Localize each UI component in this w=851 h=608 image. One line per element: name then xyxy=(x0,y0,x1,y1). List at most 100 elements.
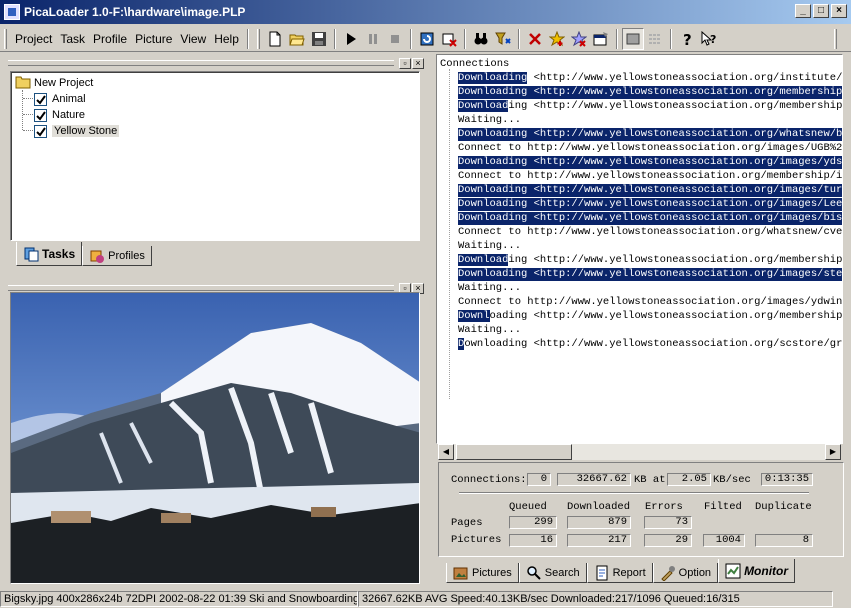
pause-icon xyxy=(368,33,377,44)
open-folder-icon xyxy=(289,34,305,45)
connection-line[interactable]: Waiting... xyxy=(458,324,521,337)
tree-root[interactable]: New Project xyxy=(15,75,93,91)
scroll-thumb[interactable] xyxy=(456,444,572,460)
pictures-errors: 29 xyxy=(644,534,692,547)
toolbar-end-grip[interactable] xyxy=(834,28,837,49)
status-download-info: 32667.62KB AVG Speed:40.13KB/sec Downloa… xyxy=(358,590,833,607)
properties-button[interactable] xyxy=(590,28,612,50)
minimize-button[interactable]: _ xyxy=(795,4,811,18)
tab-monitor[interactable]: Monitor xyxy=(718,559,796,583)
checkbox-yellow-stone[interactable] xyxy=(34,124,47,138)
pause-button[interactable] xyxy=(362,28,384,50)
connection-line[interactable]: Downloading <http://www.yellowstoneassoc… xyxy=(458,212,842,225)
speed-value: 2.05 xyxy=(667,473,711,486)
toolbar-grip[interactable] xyxy=(256,28,260,49)
checkbox-nature[interactable] xyxy=(34,108,47,122)
tree-item-animal[interactable]: Animal xyxy=(34,91,86,107)
tab-search[interactable]: Search xyxy=(518,563,587,583)
maximize-button[interactable]: □ xyxy=(813,4,829,18)
add-star-icon xyxy=(548,30,565,46)
header-queued: Queued xyxy=(509,501,547,513)
tree-root-label: New Project xyxy=(34,77,94,89)
tab-tasks[interactable]: Tasks xyxy=(16,242,83,266)
status-bar: Bigsky.jpg 400x286x24b 72DPI 2002-08-22 … xyxy=(0,589,851,608)
connections-title: Connections xyxy=(440,58,510,70)
pictures-downloaded: 217 xyxy=(567,534,631,547)
header-filted: Filted xyxy=(704,501,742,513)
pictures-filted: 1004 xyxy=(703,534,745,547)
search-icon xyxy=(527,565,541,580)
folder-icon xyxy=(15,75,34,92)
connection-line[interactable]: Connect to http://www.yellowstoneassocia… xyxy=(458,142,842,155)
view-large-button[interactable] xyxy=(621,27,644,50)
mountain-photo xyxy=(11,293,419,583)
tab-report[interactable]: Report xyxy=(586,563,653,583)
connection-line[interactable]: Connect to http://www.yellowstoneassocia… xyxy=(458,170,842,183)
menu-task[interactable]: Task xyxy=(56,30,89,48)
menu-grip[interactable] xyxy=(4,28,7,49)
resize-grip[interactable] xyxy=(835,592,849,606)
connection-line[interactable]: Downloading <http://www.yellowstoneassoc… xyxy=(458,156,842,169)
connection-line[interactable]: Downloading <http://www.yellowstoneassoc… xyxy=(458,100,842,113)
scroll-left-button[interactable]: ◀ xyxy=(438,444,454,460)
stop-button[interactable] xyxy=(384,28,406,50)
remove-item-button[interactable] xyxy=(568,28,590,50)
connection-line[interactable]: Downloading <http://www.yellowstoneassoc… xyxy=(458,310,842,323)
connection-line[interactable]: Downloading <http://www.yellowstoneassoc… xyxy=(458,184,842,197)
add-task-button[interactable] xyxy=(416,28,438,50)
connection-line[interactable]: Waiting... xyxy=(458,240,521,253)
tab-profiles-label: Profiles xyxy=(108,249,145,262)
connection-line[interactable]: Downloading <http://www.yellowstoneassoc… xyxy=(458,268,842,281)
connection-line[interactable]: Connect to http://www.yellowstoneassocia… xyxy=(458,296,842,309)
time-value: 0:13:35 xyxy=(761,473,813,486)
tree-item-nature[interactable]: Nature xyxy=(34,107,85,123)
tab-profiles[interactable]: Profiles xyxy=(82,246,152,266)
scroll-right-button[interactable]: ▶ xyxy=(825,444,841,460)
report-icon xyxy=(596,565,608,580)
connections-value: 0 xyxy=(527,473,551,486)
new-file-button[interactable] xyxy=(264,28,286,50)
connection-line[interactable]: Downloading <http://www.yellowstoneassoc… xyxy=(458,198,842,211)
header-errors: Errors xyxy=(645,501,683,513)
connection-line[interactable]: Downloading <http://www.yellowstoneassoc… xyxy=(458,86,842,99)
connection-line[interactable]: Downloading <http://www.yellowstoneassoc… xyxy=(458,72,842,85)
find-button[interactable] xyxy=(470,28,492,50)
menu-project[interactable]: Project xyxy=(11,30,56,48)
connection-line[interactable]: Downloading <http://www.yellowstoneassoc… xyxy=(458,128,842,141)
tab-option[interactable]: Option xyxy=(652,563,719,583)
help-button[interactable]: ? xyxy=(676,28,698,50)
connection-line[interactable]: Downloading <http://www.yellowstoneassoc… xyxy=(458,338,842,351)
filter-button[interactable] xyxy=(492,28,514,50)
connection-line[interactable]: Downloading <http://www.yellowstoneassoc… xyxy=(458,254,842,267)
menu-view[interactable]: View xyxy=(176,30,210,48)
connections-hscrollbar[interactable]: ◀ ▶ xyxy=(438,444,841,460)
view-grid-button[interactable] xyxy=(644,28,666,50)
tab-report-label: Report xyxy=(612,566,646,579)
open-folder-button[interactable] xyxy=(286,28,308,50)
context-help-button[interactable]: ? xyxy=(698,28,720,50)
remove-button[interactable] xyxy=(524,28,546,50)
start-button[interactable] xyxy=(340,28,362,50)
menu-picture[interactable]: Picture xyxy=(131,30,176,48)
window-title: PicaLoader 1.0-F:\hardware\image.PLP xyxy=(24,5,246,19)
connection-line[interactable]: Connect to http://www.yellowstoneassocia… xyxy=(458,226,842,239)
connection-line[interactable]: Waiting... xyxy=(458,114,521,127)
checkbox-animal[interactable] xyxy=(34,92,47,106)
connection-line[interactable]: Waiting... xyxy=(458,282,521,295)
tasks-panel-restore[interactable]: ▫ xyxy=(399,57,411,69)
tasks-panel-close[interactable]: × xyxy=(412,57,424,69)
add-item-button[interactable] xyxy=(546,28,568,50)
tab-pictures[interactable]: Pictures xyxy=(446,563,519,583)
pages-label: Pages xyxy=(451,517,483,529)
project-tree[interactable]: New Project Animal Nature Yellow Stone xyxy=(10,71,420,241)
connections-list[interactable]: Connections Downloading <http://www.yell… xyxy=(436,54,843,444)
menu-profile[interactable]: Profile xyxy=(89,30,131,48)
close-button[interactable]: × xyxy=(831,4,847,18)
tree-item-yellow-stone[interactable]: Yellow Stone xyxy=(34,123,120,139)
menu-help[interactable]: Help xyxy=(210,30,243,48)
save-icon xyxy=(311,31,326,46)
delete-task-button[interactable] xyxy=(438,28,460,50)
speed-unit: KB/sec xyxy=(713,474,751,486)
filter-icon xyxy=(495,32,511,45)
save-button[interactable] xyxy=(308,28,330,50)
